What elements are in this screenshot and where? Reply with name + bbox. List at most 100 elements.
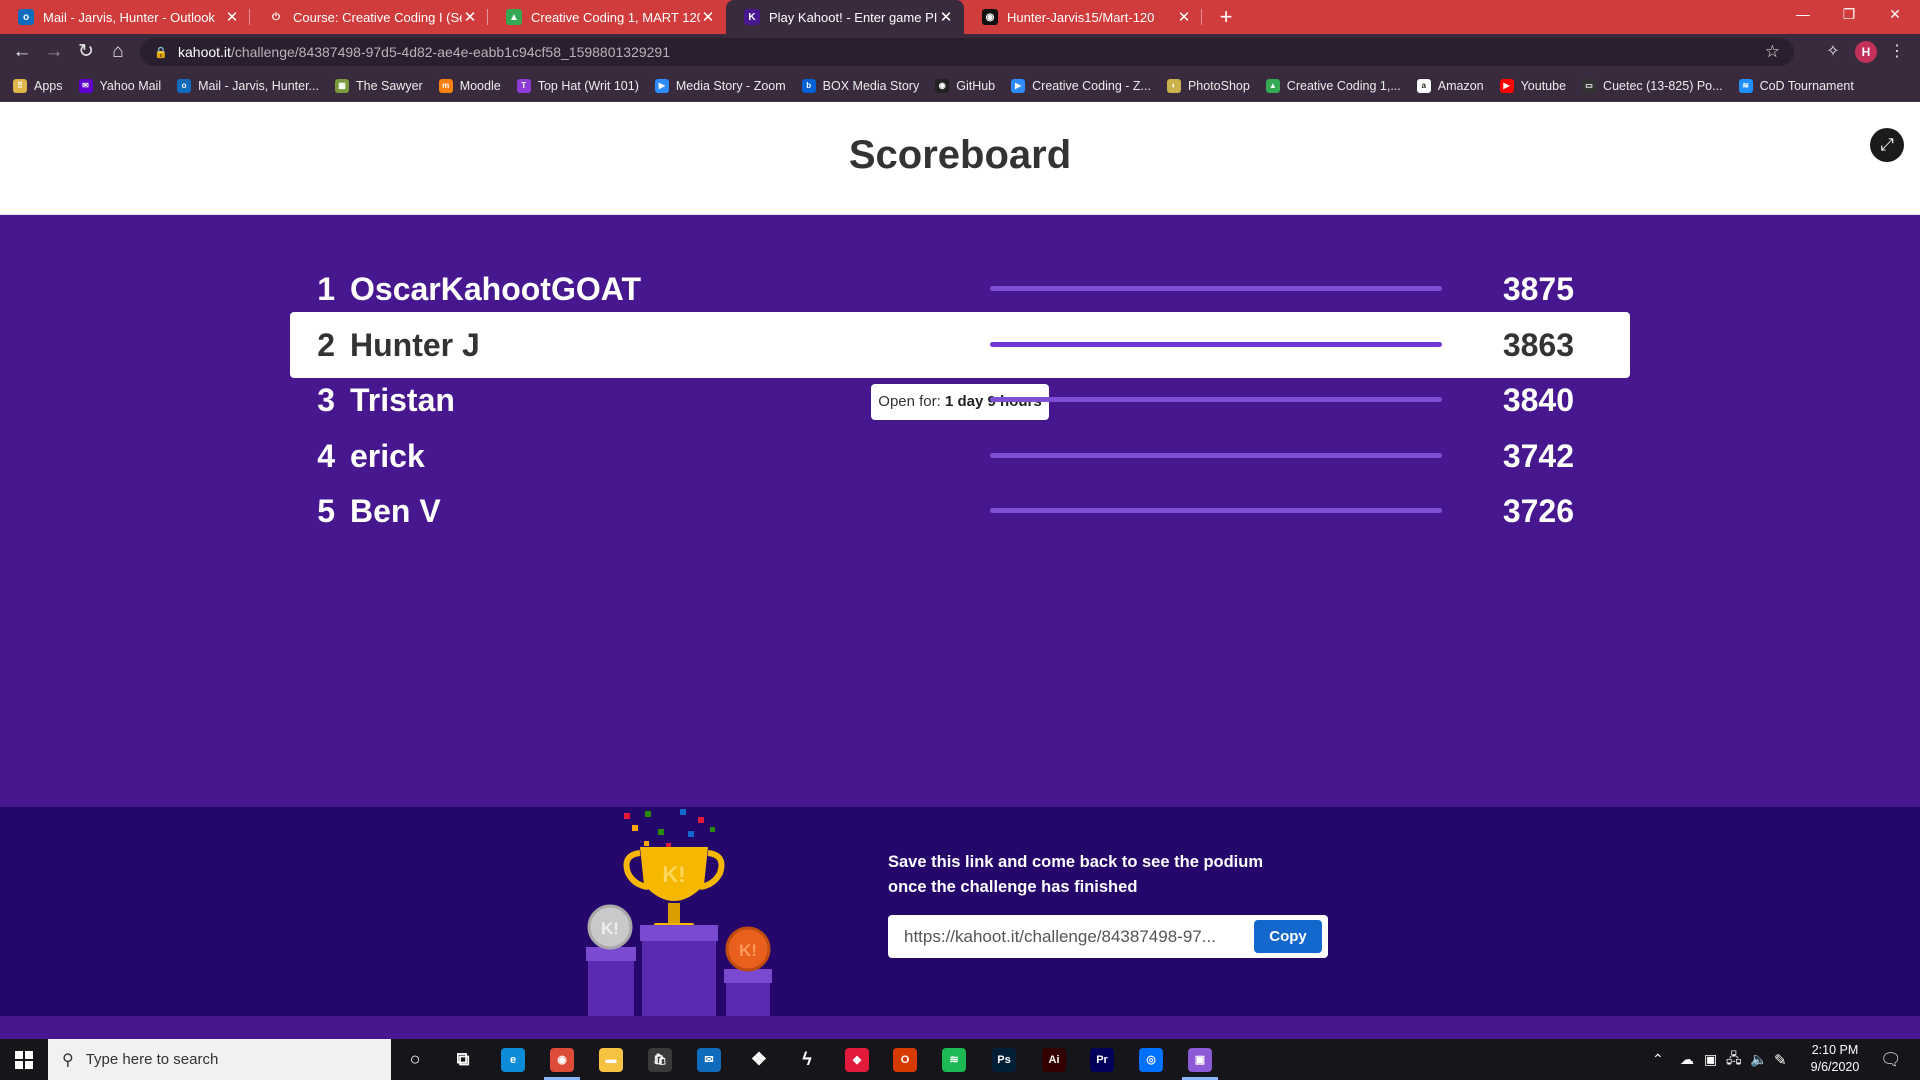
bookmark-item[interactable]: ▭ Cuetec (13-825) Po... <box>1582 78 1723 93</box>
address-bar[interactable]: 🔒 kahoot.it/challenge/84387498-97d5-4d82… <box>140 38 1794 66</box>
lock-icon: 🔒 <box>154 46 168 59</box>
taskbar-app-button[interactable]: ϟ <box>783 1039 831 1080</box>
taskbar-app-button[interactable]: ✉ <box>685 1039 733 1080</box>
taskbar-app-button[interactable]: Ps <box>980 1039 1028 1080</box>
tab-close-icon[interactable]: ✕ <box>938 8 954 26</box>
box-icon: b <box>801 78 816 93</box>
forward-arrow-icon[interactable]: → <box>40 38 68 66</box>
bronze-medal-icon: K! <box>725 926 771 972</box>
volume-icon[interactable]: 🔈 <box>1750 1039 1767 1080</box>
taskbar-app-button[interactable]: ≋ <box>930 1039 978 1080</box>
score-bar-track <box>990 397 1442 402</box>
tray-chevron-icon[interactable]: ⌃ <box>1652 1039 1664 1080</box>
bookmark-star-icon[interactable]: ☆ <box>1765 38 1780 66</box>
bookmark-item[interactable]: ▲ Creative Coding 1,... <box>1265 78 1401 93</box>
tab-close-icon[interactable]: ✕ <box>224 8 240 26</box>
bookmark-label: Cuetec (13-825) Po... <box>1603 78 1723 93</box>
reload-icon[interactable]: ↻ <box>72 38 100 66</box>
extensions-puzzle-icon[interactable]: ✧ <box>1820 38 1846 66</box>
bookmark-item[interactable]: ▶ Youtube <box>1499 78 1566 93</box>
pen-icon[interactable]: ✎ <box>1774 1039 1787 1080</box>
onedrive-icon[interactable]: ☁ <box>1680 1039 1694 1080</box>
taskbar-app-button[interactable]: O <box>881 1039 929 1080</box>
taskbar-app-button[interactable]: ▣ <box>1176 1039 1224 1080</box>
cod-icon: ≋ <box>1738 78 1753 93</box>
fullscreen-button[interactable]: ⤢ <box>1870 128 1904 162</box>
office-icon: O <box>893 1047 917 1072</box>
menu-kebab-icon[interactable]: ⋮ <box>1884 38 1910 66</box>
browser-tab[interactable]: ◉ Hunter-Jarvis15/Mart-120 ✕ <box>964 0 1202 34</box>
bookmark-item[interactable]: ⠿ Apps <box>13 78 63 93</box>
moodle-icon: m <box>438 78 453 93</box>
photoshop-app-icon: Ps <box>992 1047 1016 1072</box>
tab-close-icon[interactable]: ✕ <box>700 8 716 26</box>
taskbar-app-button[interactable]: ◉ <box>538 1039 586 1080</box>
taskbar-app-button[interactable]: ▬ <box>587 1039 635 1080</box>
footer-strip <box>0 1016 1920 1039</box>
browser-tab[interactable]: ▲ Creative Coding 1, MART 120 | H✕ <box>488 0 726 34</box>
copy-button[interactable]: Copy <box>1254 920 1322 953</box>
bookmark-item[interactable]: ◉ GitHub <box>935 78 995 93</box>
bookmark-label: Creative Coding 1,... <box>1286 78 1401 93</box>
drive-icon: ▲ <box>1265 78 1280 93</box>
taskbar-app-button[interactable]: ❖ <box>735 1039 783 1080</box>
browser-tab[interactable]: o Mail - Jarvis, Hunter - Outlook ✕ <box>0 0 250 34</box>
start-button[interactable] <box>0 1039 48 1080</box>
bookmark-label: Yahoo Mail <box>99 78 162 93</box>
podium-first <box>642 941 716 1016</box>
kahoot-icon: K <box>744 9 760 25</box>
bookmark-item[interactable]: ◐ PhotoShop <box>1166 78 1250 93</box>
tab-close-icon[interactable]: ✕ <box>462 8 478 26</box>
network-icon[interactable]: 🖧 <box>1726 1039 1742 1080</box>
file-explorer-icon: ▬ <box>599 1047 623 1072</box>
back-arrow-icon[interactable]: ← <box>8 38 36 66</box>
taskbar-app-button[interactable]: ◆ <box>833 1039 881 1080</box>
search-icon: ⚲ <box>62 1051 74 1069</box>
cortana-icon: ○ <box>409 1049 421 1069</box>
bookmark-item[interactable]: b BOX Media Story <box>801 78 919 93</box>
premiere-icon: Pr <box>1090 1047 1114 1072</box>
drive-icon: ▲ <box>506 9 522 25</box>
home-icon[interactable]: ⌂ <box>104 38 132 66</box>
bookmark-item[interactable]: ▶ Creative Coding - Z... <box>1011 78 1151 93</box>
close-window-icon[interactable]: ✕ <box>1872 0 1918 30</box>
profile-avatar[interactable]: H <box>1855 41 1877 63</box>
bookmark-item[interactable]: m Moodle <box>438 78 501 93</box>
browser-tab[interactable]: K Play Kahoot! - Enter game PIN he✕ <box>726 0 964 34</box>
task-view-icon: ⧉ <box>456 1049 470 1069</box>
bookmark-item[interactable]: o Mail - Jarvis, Hunter... <box>177 78 319 93</box>
tab-close-icon[interactable]: ✕ <box>1176 8 1192 26</box>
outlook-icon: o <box>18 9 34 25</box>
notifications-icon[interactable]: 🗨 <box>1880 1039 1902 1080</box>
tray-app-icon[interactable]: ▣ <box>1704 1039 1717 1080</box>
amazon-icon: a <box>1416 78 1431 93</box>
bookmark-item[interactable]: a Amazon <box>1416 78 1484 93</box>
bookmark-item[interactable]: ▶ Media Story - Zoom <box>654 78 786 93</box>
browser-tab[interactable]: ⏻ Course: Creative Coding I (Sect: 5✕ <box>250 0 488 34</box>
minimize-icon[interactable]: — <box>1780 0 1826 30</box>
taskbar-search[interactable]: ⚲ Type here to search <box>48 1039 391 1080</box>
taskbar-app-button[interactable]: Pr <box>1078 1039 1126 1080</box>
bookmark-label: Mail - Jarvis, Hunter... <box>198 78 319 93</box>
bookmark-label: Apps <box>34 78 63 93</box>
bookmark-item[interactable]: ✉ Yahoo Mail <box>78 78 162 93</box>
uplay-icon: ◎ <box>1139 1047 1163 1072</box>
taskbar-app-button[interactable]: ◎ <box>1127 1039 1175 1080</box>
fullscreen-icon: ⤢ <box>1880 135 1894 154</box>
challenge-link-field[interactable] <box>894 919 1234 954</box>
bookmark-item[interactable]: T Top Hat (Writ 101) <box>516 78 639 93</box>
restore-icon[interactable]: ❐ <box>1826 0 1872 30</box>
bookmark-label: Moodle <box>459 78 501 93</box>
taskbar-app-button[interactable]: 🛍 <box>636 1039 684 1080</box>
taskbar-app-button[interactable]: ⧉ <box>439 1039 487 1080</box>
save-link-line-2: once the challenge has finished <box>888 878 1138 896</box>
system-clock[interactable]: 2:10 PM 9/6/2020 <box>1790 1042 1880 1076</box>
illustrator-icon: Ai <box>1042 1047 1066 1072</box>
bookmark-item[interactable]: ≋ CoD Tournament <box>1738 78 1854 93</box>
taskbar-app-button[interactable]: Ai <box>1030 1039 1078 1080</box>
bookmark-item[interactable]: ▦ The Sawyer <box>334 78 423 93</box>
taskbar-app-button[interactable]: e <box>489 1039 537 1080</box>
new-tab-button[interactable]: + <box>1213 2 1239 32</box>
taskbar-app-button[interactable]: ○ <box>391 1039 439 1080</box>
dropbox-icon: ❖ <box>750 1049 768 1069</box>
